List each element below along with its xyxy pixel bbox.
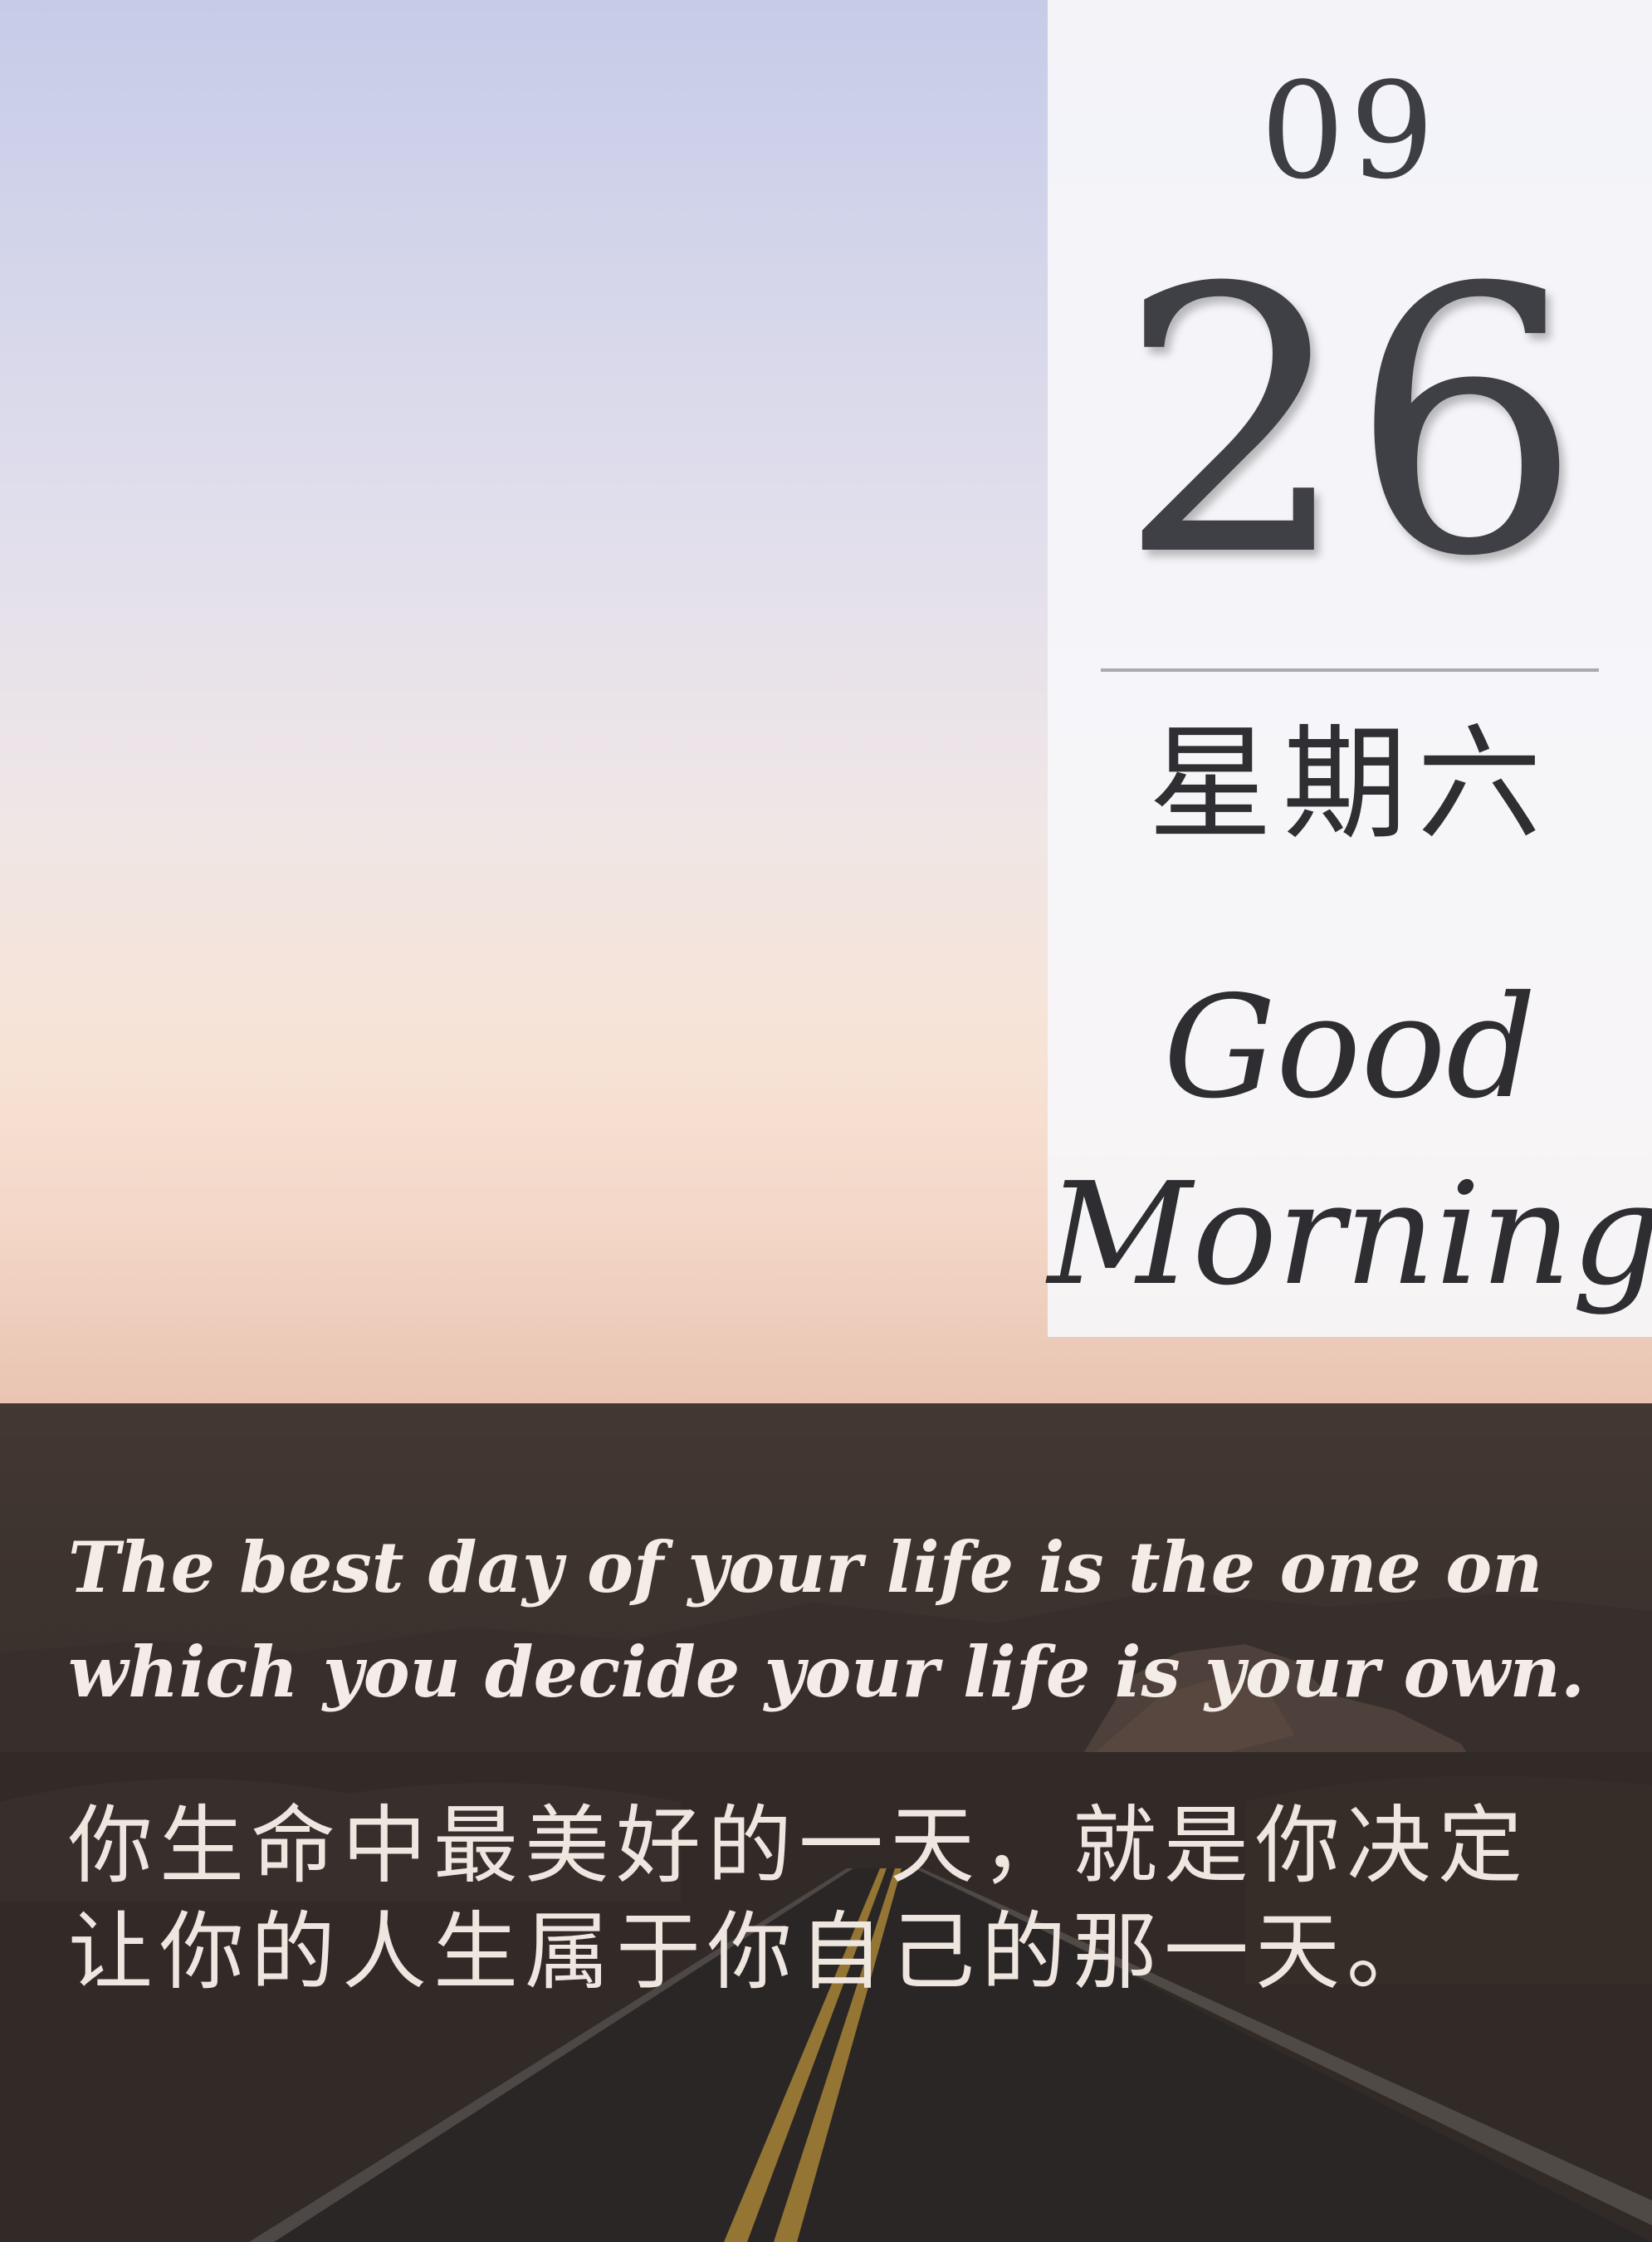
date-panel: 09 26 星期六 Good Morning: [1048, 0, 1652, 1337]
weekday-label: 星期六: [1147, 712, 1552, 857]
greeting-line-1: Good: [1163, 966, 1537, 1130]
day-number: 26: [1117, 211, 1582, 636]
month-number: 09: [1260, 53, 1439, 208]
quote-chinese: 你生命中最美好的一天，就是你决定让你的人生属于你自己的那一天。: [68, 1797, 1529, 2002]
panel-divider: [1101, 668, 1599, 672]
poster: 09 26 星期六 Good Morning The best day of y…: [0, 0, 1652, 2242]
quote-english: The best day of your life is the one on …: [68, 1526, 1586, 1713]
greeting-text: Good Morning: [1048, 955, 1652, 1329]
greeting-line-2: Morning: [1048, 1153, 1652, 1317]
